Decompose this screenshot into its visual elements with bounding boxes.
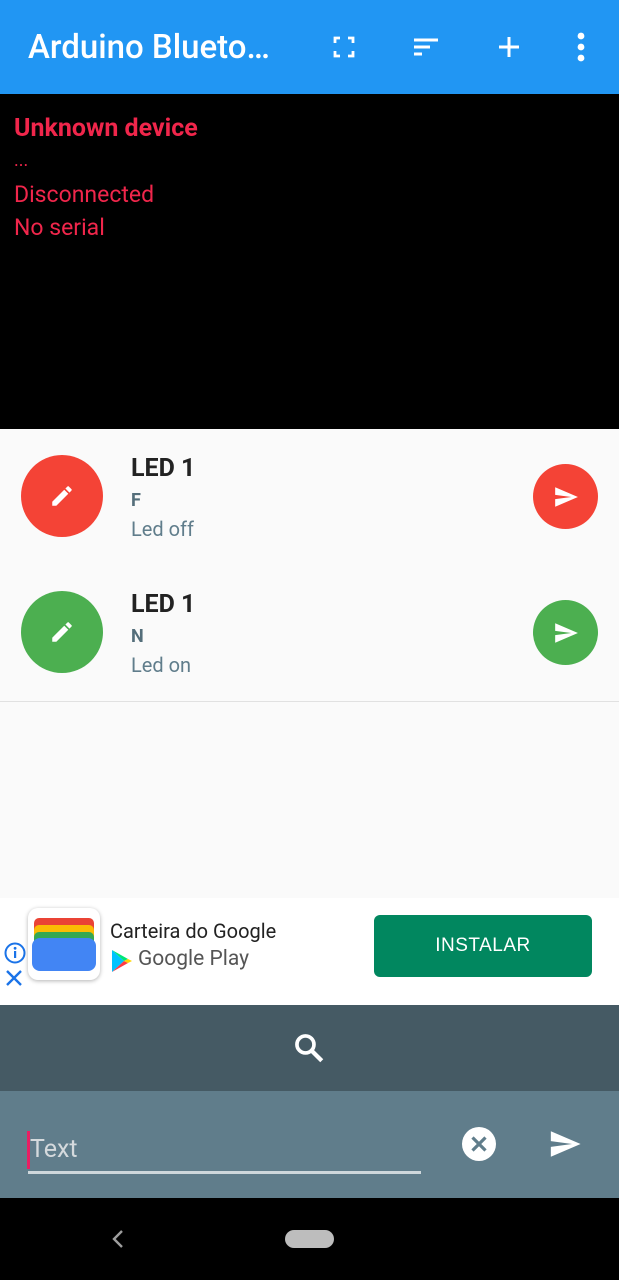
command-name: LED 1	[131, 454, 196, 483]
play-store-icon	[111, 949, 133, 977]
back-icon[interactable]	[111, 1229, 125, 1253]
text-input[interactable]	[28, 1127, 421, 1174]
command-value: F	[131, 490, 141, 511]
ad-close-icon[interactable]	[5, 969, 23, 991]
clear-icon[interactable]	[461, 1126, 497, 1166]
search-bar[interactable]	[0, 1005, 619, 1091]
command-row[interactable]: LED 1 F Led off	[0, 429, 619, 566]
command-row[interactable]: LED 1 N Led on	[0, 565, 619, 702]
ad-banner[interactable]: Carteira do Google Google Play INSTALAR	[0, 898, 619, 1005]
send-icon[interactable]	[545, 1127, 585, 1165]
command-name: LED 1	[131, 590, 196, 619]
wallet-app-icon[interactable]	[28, 908, 100, 980]
pencil-icon	[52, 486, 72, 506]
terminal-console: Unknown device ... Disconnected No seria…	[0, 94, 619, 430]
device-name: Unknown device	[14, 114, 198, 143]
ad-store-name: Google Play	[138, 947, 250, 971]
fullscreen-icon[interactable]	[324, 27, 364, 67]
send-command-button[interactable]	[533, 464, 598, 529]
app-title: Arduino Blueto…	[28, 28, 270, 67]
add-icon[interactable]	[489, 27, 529, 67]
pencil-icon	[52, 622, 72, 642]
edit-button[interactable]	[21, 455, 103, 537]
input-bar	[0, 1091, 619, 1198]
ad-app-name: Carteira do Google	[110, 919, 277, 943]
more-vert-icon[interactable]	[561, 27, 601, 67]
edit-button[interactable]	[21, 591, 103, 673]
search-icon[interactable]	[292, 1031, 326, 1069]
install-button[interactable]: INSTALAR	[374, 915, 592, 977]
serial-status: No serial	[14, 214, 105, 241]
send-icon	[554, 486, 578, 507]
system-nav-bar	[0, 1198, 619, 1280]
connection-status: Disconnected	[14, 181, 155, 208]
app-bar: Arduino Blueto…	[0, 0, 619, 94]
device-address: ...	[14, 150, 29, 171]
command-description: Led on	[131, 653, 192, 677]
send-icon	[554, 622, 578, 643]
sort-icon[interactable]	[406, 27, 446, 67]
command-description: Led off	[131, 517, 194, 541]
send-command-button[interactable]	[533, 600, 598, 665]
command-value: N	[131, 626, 144, 647]
ad-info-icon[interactable]	[4, 942, 26, 968]
home-pill[interactable]	[285, 1230, 334, 1248]
